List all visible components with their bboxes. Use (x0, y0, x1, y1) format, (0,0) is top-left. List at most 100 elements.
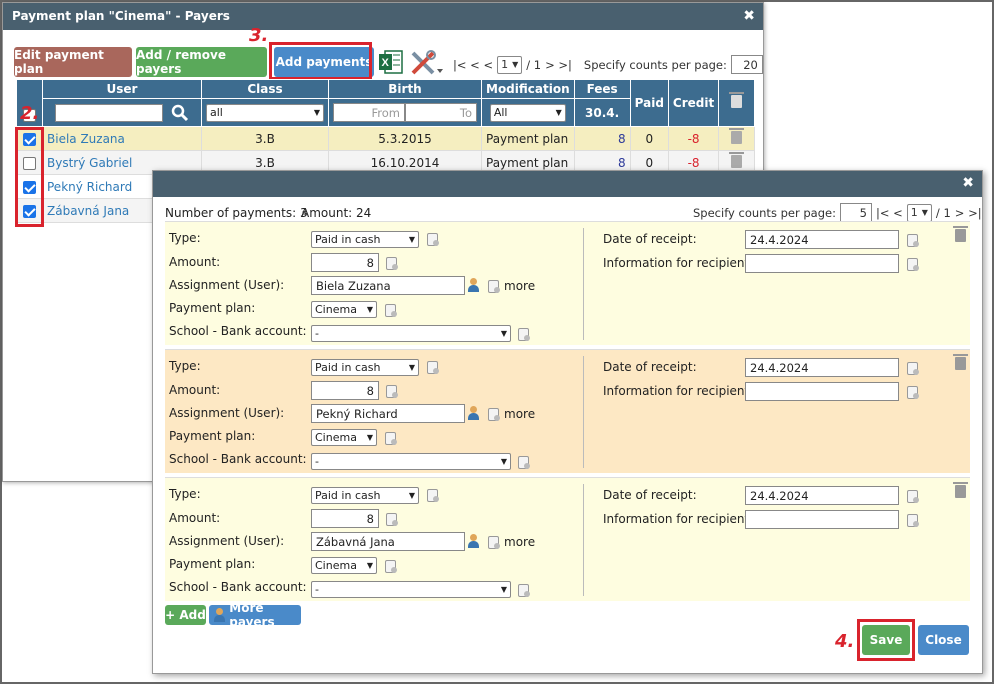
user-picker-icon[interactable] (467, 534, 479, 548)
user-link[interactable]: Biela Zuzana (42, 126, 202, 151)
table-row[interactable]: Biela Zuzana 3.B 5.3.2015 Payment plan 8… (16, 126, 756, 151)
payment-plan-label: Payment plan: (169, 429, 256, 443)
copy-icon[interactable] (386, 385, 398, 398)
copy-icon[interactable] (385, 560, 397, 573)
col-birth[interactable]: Birth (328, 79, 482, 99)
user-picker-icon[interactable] (467, 278, 479, 292)
col-user[interactable]: User (42, 79, 202, 99)
tools-menu-icon[interactable] (409, 49, 445, 77)
close-icon[interactable]: ✖ (962, 175, 974, 191)
birth-to-input[interactable]: To (405, 103, 477, 122)
copy-icon[interactable] (907, 490, 919, 503)
amount-input[interactable]: 8 (311, 253, 379, 272)
trash-icon[interactable] (729, 151, 745, 168)
close-icon[interactable]: ✖ (743, 3, 755, 30)
copy-icon[interactable] (907, 362, 919, 375)
amount-input[interactable]: 8 (311, 381, 379, 400)
counts-per-page-input[interactable]: 5 (839, 203, 872, 222)
trash-icon[interactable] (729, 127, 745, 144)
chevron-down-icon: ▼ (408, 491, 415, 500)
copy-icon[interactable] (385, 432, 397, 445)
assignment-input[interactable]: Biela Zuzana (311, 276, 465, 295)
amount-label: Amount: (169, 511, 221, 525)
pager-first-prev[interactable]: |< < < (453, 58, 493, 72)
fees-cell[interactable]: 8 (573, 126, 631, 151)
add-remove-payers-button[interactable]: Add / remove payers (136, 47, 267, 77)
user-filter-input[interactable] (54, 103, 163, 122)
assignment-input[interactable]: Pekný Richard (311, 404, 465, 423)
date-of-receipt-label: Date of receipt: (603, 360, 697, 374)
save-button[interactable]: Save (862, 625, 910, 655)
col-paid[interactable]: Paid (629, 79, 669, 127)
more-payers-button[interactable]: More payers (209, 601, 301, 629)
assignment-input[interactable]: Zábavná Jana (311, 532, 465, 551)
info-for-recipient-input[interactable] (745, 254, 899, 273)
excel-export-icon[interactable]: X (379, 49, 403, 75)
bank-account-select[interactable]: - ▼ (311, 453, 511, 470)
copy-icon[interactable] (907, 234, 919, 247)
col-fees[interactable]: Fees (573, 79, 631, 99)
trash-icon[interactable] (729, 92, 745, 108)
highlight-checkboxes (15, 127, 44, 227)
trash-icon[interactable] (953, 226, 968, 242)
close-button[interactable]: Close (918, 625, 969, 655)
payers-dialog-titlebar: Payment plan "Cinema" - Payers ✖ (3, 3, 763, 30)
payment-plan-label: Payment plan: (169, 557, 256, 571)
add-payment-button[interactable]: + Add (165, 605, 206, 625)
pager-next-last[interactable]: > >| (955, 206, 982, 220)
more-link[interactable]: more (504, 535, 535, 549)
copy-icon[interactable] (488, 280, 500, 293)
col-class[interactable]: Class (201, 79, 329, 99)
copy-icon[interactable] (907, 258, 919, 271)
chevron-down-icon: ▼ (500, 457, 507, 466)
bank-account-select[interactable]: - ▼ (311, 325, 511, 342)
copy-icon[interactable] (907, 514, 919, 527)
copy-icon[interactable] (518, 456, 530, 469)
class-filter-select[interactable]: all ▼ (206, 103, 324, 122)
type-select[interactable]: Paid in cash ▼ (311, 487, 419, 504)
more-link[interactable]: more (504, 407, 535, 421)
pager-first-prev[interactable]: |< < (876, 206, 903, 220)
pager-next-last[interactable]: > >| (545, 58, 572, 72)
copy-icon[interactable] (386, 513, 398, 526)
payment-plan-select[interactable]: Cinema ▼ (311, 557, 377, 574)
copy-icon[interactable] (427, 489, 439, 502)
payment-block: Type: Paid in cash ▼ Amount: 8 Assignment… (165, 349, 970, 473)
birth-from-input[interactable]: From (333, 103, 405, 122)
search-icon[interactable] (171, 104, 189, 122)
pager-of: / 1 (935, 205, 951, 220)
type-select[interactable]: Paid in cash ▼ (311, 231, 419, 248)
copy-icon[interactable] (488, 536, 500, 549)
type-select[interactable]: Paid in cash ▼ (311, 359, 419, 376)
counts-per-page-input[interactable]: 20 (730, 55, 763, 74)
page-select[interactable]: 1 ▼ (906, 203, 932, 222)
modification-filter-select[interactable]: All ▼ (489, 103, 566, 122)
date-of-receipt-input[interactable]: 24.4.2024 (745, 358, 899, 377)
copy-icon[interactable] (427, 233, 439, 246)
copy-icon[interactable] (385, 304, 397, 317)
page-select[interactable]: 1 ▼ (497, 55, 523, 74)
copy-icon[interactable] (518, 584, 530, 597)
copy-icon[interactable] (488, 408, 500, 421)
more-link[interactable]: more (504, 279, 535, 293)
info-for-recipient-input[interactable] (745, 382, 899, 401)
date-of-receipt-input[interactable]: 24.4.2024 (745, 486, 899, 505)
copy-icon[interactable] (386, 257, 398, 270)
trash-icon[interactable] (953, 482, 968, 498)
payment-plan-select[interactable]: Cinema ▼ (311, 429, 377, 446)
payment-plan-select[interactable]: Cinema ▼ (311, 301, 377, 318)
trash-icon[interactable] (953, 354, 968, 370)
copy-icon[interactable] (907, 386, 919, 399)
type-label: Type: (169, 359, 201, 373)
copy-icon[interactable] (427, 361, 439, 374)
user-picker-icon[interactable] (467, 406, 479, 420)
info-for-recipient-input[interactable] (745, 510, 899, 529)
col-modification[interactable]: Modification (481, 79, 575, 99)
col-credit[interactable]: Credit (667, 79, 720, 127)
edit-payment-plan-button[interactable]: Edit payment plan (14, 47, 132, 77)
add-payments-dialog: ✖ Number of payments: 3 Amount: 24 Speci… (152, 170, 983, 674)
amount-input[interactable]: 8 (311, 509, 379, 528)
copy-icon[interactable] (518, 328, 530, 341)
bank-account-select[interactable]: - ▼ (311, 581, 511, 598)
date-of-receipt-input[interactable]: 24.4.2024 (745, 230, 899, 249)
